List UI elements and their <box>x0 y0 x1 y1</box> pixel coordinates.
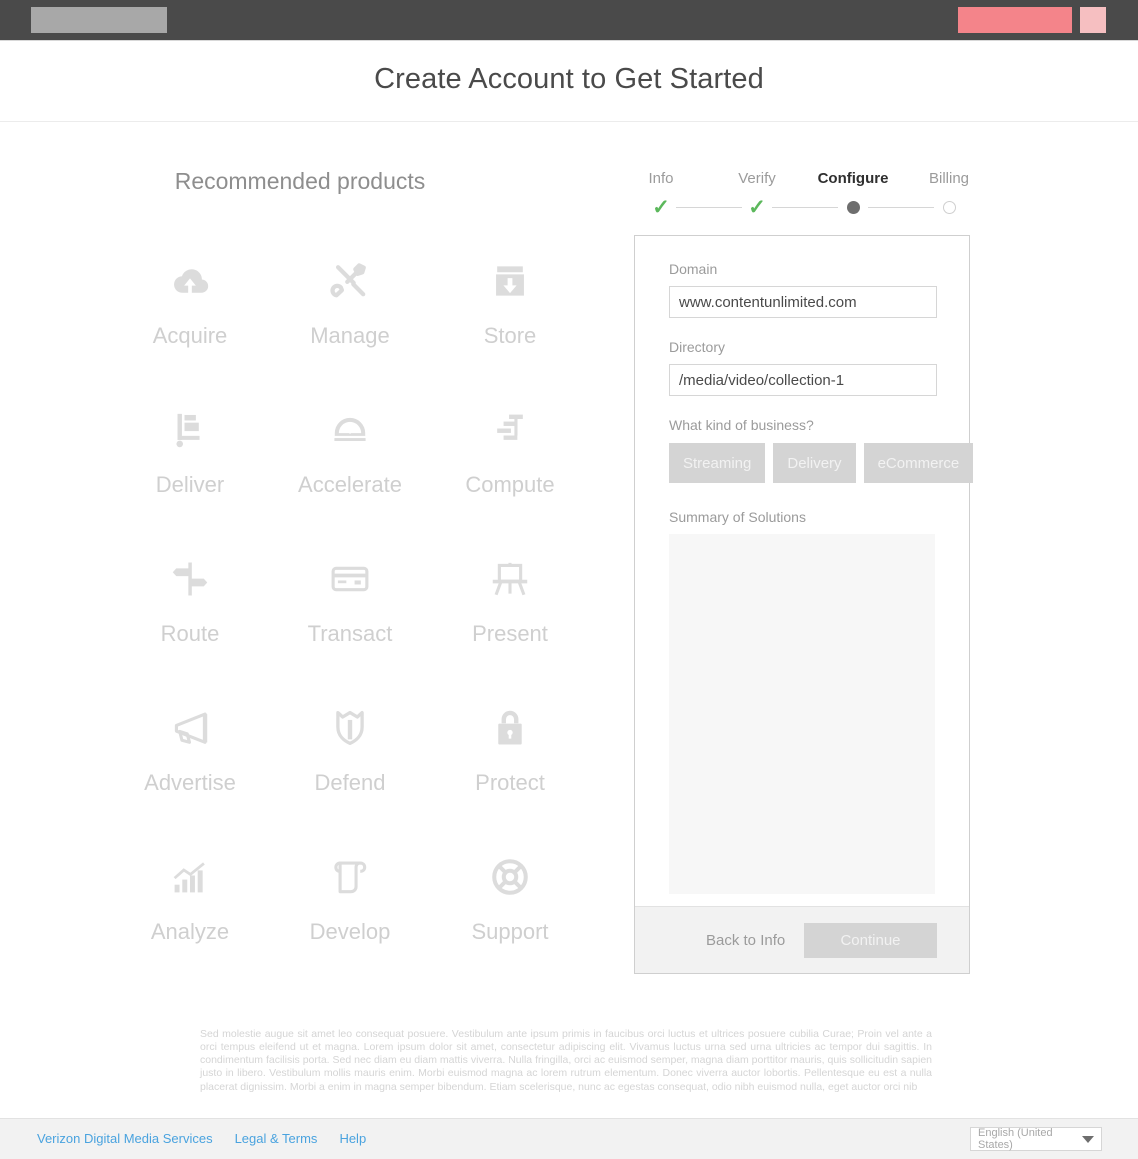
product-item-transact[interactable]: Transact <box>270 548 430 697</box>
product-label: Analyze <box>150 919 230 944</box>
stepper-connector-3 <box>868 207 934 208</box>
product-label: Transact <box>307 621 393 646</box>
check-icon: ✓ <box>652 195 670 219</box>
step-marker-verify-complete[interactable]: ✓ <box>746 196 768 218</box>
language-selector-value: English (United States) <box>978 1127 1053 1151</box>
step-marker-configure-current[interactable] <box>842 196 864 218</box>
product-label: Store <box>483 323 537 348</box>
footer-link-group: Verizon Digital Media Services Legal & T… <box>37 1131 366 1146</box>
life-ring-icon <box>487 854 533 900</box>
page-footer: Verizon Digital Media Services Legal & T… <box>0 1118 1138 1159</box>
product-label: Deliver <box>155 472 225 497</box>
step-label-billing[interactable]: Billing <box>929 170 969 187</box>
product-label: Accelerate <box>298 472 402 497</box>
page-title: Create Account to Get Started <box>374 63 764 95</box>
product-label: Compute <box>465 472 555 497</box>
product-item-analyze[interactable]: Analyze <box>110 846 270 995</box>
product-label: Defend <box>314 770 386 795</box>
language-selector[interactable]: English (United States) <box>970 1127 1102 1151</box>
recommended-products-grid: Acquire Manage Store Deliver Accelerate … <box>110 250 590 995</box>
back-to-info-button[interactable]: Back to Info <box>700 931 791 950</box>
credit-card-icon <box>327 556 373 602</box>
easel-icon <box>487 556 533 602</box>
server-stack-icon <box>487 407 533 453</box>
progress-stepper: Info Verify Configure Billing ✓ ✓ <box>634 170 970 220</box>
step-marker-billing-upcoming[interactable] <box>938 196 960 218</box>
directory-input[interactable] <box>669 364 937 396</box>
configure-form-panel: Domain Directory What kind of business? … <box>634 235 974 974</box>
step-label-configure[interactable]: Configure <box>818 170 889 187</box>
nav-secondary-button-placeholder[interactable] <box>1080 7 1106 33</box>
bar-chart-icon <box>167 854 213 900</box>
business-type-delivery-button[interactable]: Delivery <box>773 443 856 483</box>
product-item-present[interactable]: Present <box>430 548 590 697</box>
footer-link-verizon-digital-media-services[interactable]: Verizon Digital Media Services <box>37 1131 213 1146</box>
business-type-question: What kind of business? <box>669 417 814 433</box>
product-label: Acquire <box>152 323 228 348</box>
shield-icon <box>327 705 373 751</box>
top-navigation-bar <box>0 0 1138 41</box>
cloud-upload-icon <box>167 258 213 304</box>
filled-dot-icon <box>846 200 860 214</box>
hand-truck-icon <box>167 407 213 453</box>
speedometer-icon <box>327 407 373 453</box>
check-icon: ✓ <box>748 195 766 219</box>
nav-primary-button-placeholder[interactable] <box>958 7 1072 33</box>
product-item-protect[interactable]: Protect <box>430 697 590 846</box>
wrench-screwdriver-icon <box>327 258 373 304</box>
scroll-icon <box>327 854 373 900</box>
directory-field-group: Directory <box>669 339 937 396</box>
product-label: Protect <box>475 770 545 795</box>
business-type-streaming-button[interactable]: Streaming <box>669 443 766 483</box>
megaphone-icon <box>167 705 213 751</box>
step-marker-info-complete[interactable]: ✓ <box>650 196 672 218</box>
step-label-info[interactable]: Info <box>648 170 673 187</box>
recommended-products-heading: Recommended products <box>174 168 426 194</box>
product-item-manage[interactable]: Manage <box>270 250 430 399</box>
product-label: Advertise <box>144 770 236 795</box>
domain-field-group: Domain <box>669 261 937 318</box>
product-item-acquire[interactable]: Acquire <box>110 250 270 399</box>
product-item-advertise[interactable]: Advertise <box>110 697 270 846</box>
product-label: Develop <box>309 919 391 944</box>
product-item-defend[interactable]: Defend <box>270 697 430 846</box>
business-type-button-group: Streaming Delivery eCommerce <box>669 443 974 483</box>
configure-form-body: Domain Directory What kind of business? … <box>635 236 974 906</box>
summary-of-solutions-box <box>669 534 935 894</box>
product-item-store[interactable]: Store <box>430 250 590 399</box>
summary-of-solutions-label: Summary of Solutions <box>669 509 806 525</box>
product-label: Route <box>160 621 220 646</box>
panel-action-footer: Back to Info Continue <box>635 906 969 973</box>
stepper-track: ✓ ✓ <box>634 196 970 218</box>
product-item-support[interactable]: Support <box>430 846 590 995</box>
directory-label: Directory <box>669 339 726 355</box>
product-item-deliver[interactable]: Deliver <box>110 399 270 548</box>
stepper-connector-1 <box>676 207 742 208</box>
lock-icon <box>487 705 533 751</box>
empty-dot-icon <box>942 200 956 214</box>
signpost-icon <box>167 556 213 602</box>
domain-input[interactable] <box>669 286 937 318</box>
product-item-compute[interactable]: Compute <box>430 399 590 548</box>
box-download-icon <box>487 258 533 304</box>
product-label: Present <box>472 621 548 646</box>
footer-link-help[interactable]: Help <box>339 1131 366 1146</box>
step-label-verify[interactable]: Verify <box>738 170 776 187</box>
page-title-band: Create Account to Get Started <box>0 41 1138 122</box>
domain-label: Domain <box>669 261 718 277</box>
continue-button[interactable]: Continue <box>804 922 937 958</box>
brand-logo-placeholder[interactable] <box>31 7 167 33</box>
stepper-labels: Info Verify Configure Billing <box>634 170 970 192</box>
footer-link-legal-and-terms[interactable]: Legal & Terms <box>235 1131 318 1146</box>
legal-disclaimer-text: Sed molestie augue sit amet leo consequa… <box>200 1028 932 1093</box>
stepper-connector-2 <box>772 207 838 208</box>
product-item-develop[interactable]: Develop <box>270 846 430 995</box>
chevron-down-icon <box>1082 1135 1094 1143</box>
product-item-route[interactable]: Route <box>110 548 270 697</box>
business-type-ecommerce-button[interactable]: eCommerce <box>863 443 974 483</box>
product-label: Manage <box>310 323 390 348</box>
product-item-accelerate[interactable]: Accelerate <box>270 399 430 548</box>
product-label: Support <box>471 919 549 944</box>
